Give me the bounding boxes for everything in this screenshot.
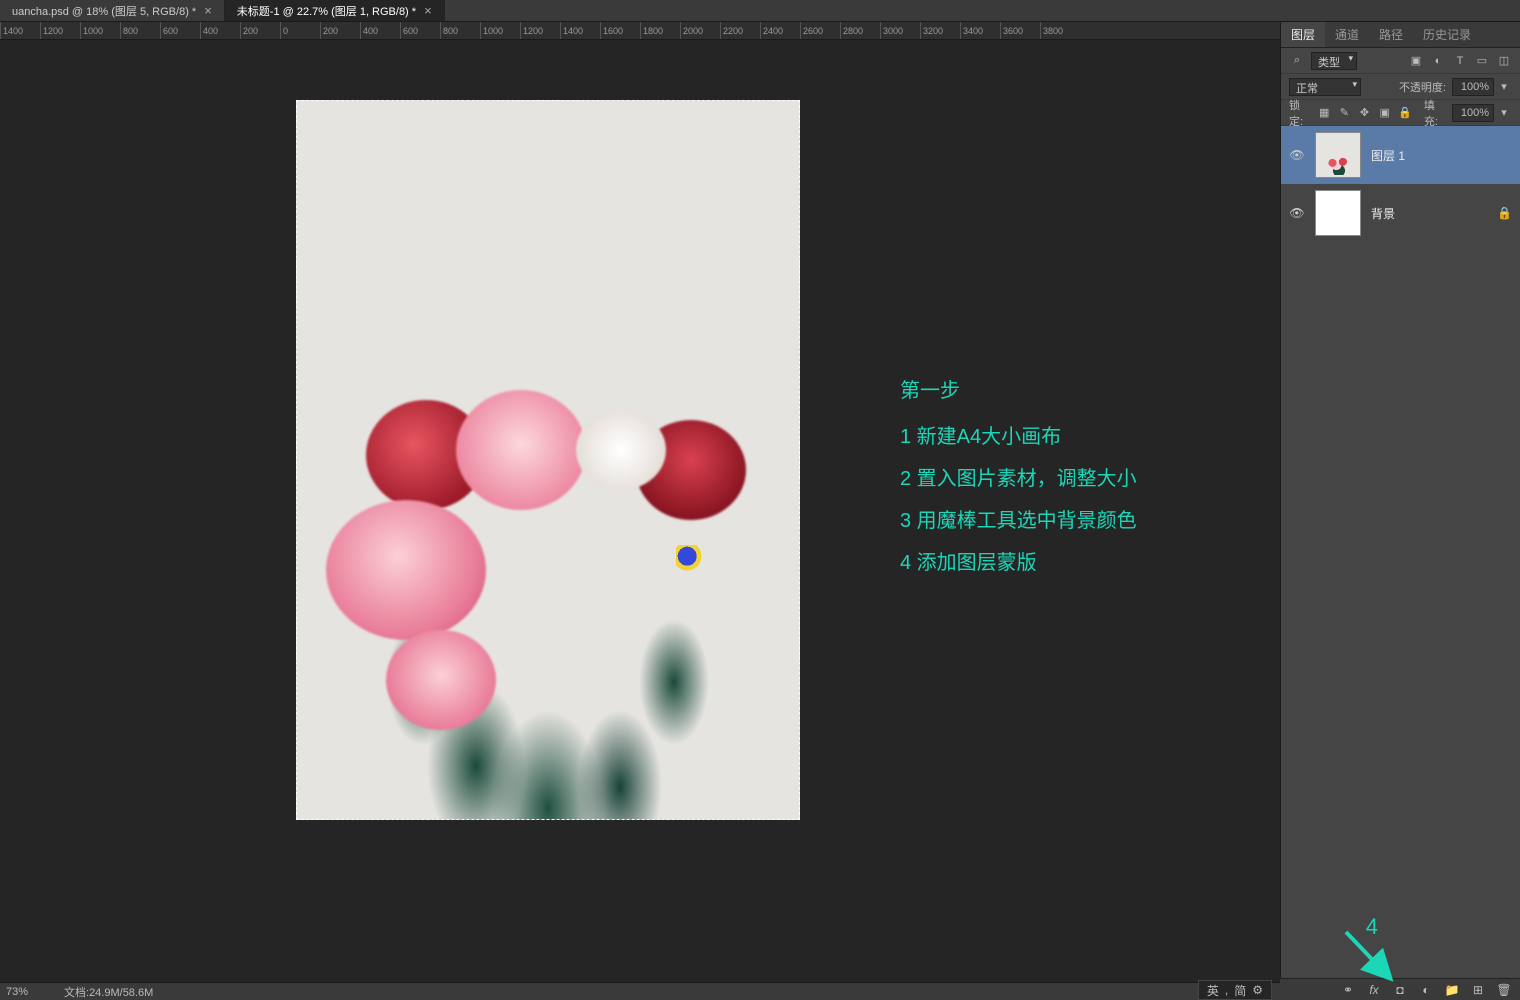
annotation-line: 3 用魔棒工具选中背景颜色	[900, 500, 1137, 542]
tab-document-2[interactable]: 未标题-1 @ 22.7% (图层 1, RGB/8) * ×	[225, 0, 445, 21]
visibility-toggle[interactable]: 👁	[1289, 206, 1305, 220]
ime-lang: 英	[1207, 982, 1219, 999]
ruler-tick: 3200	[920, 22, 960, 39]
canvas-image	[296, 100, 800, 820]
annotation-line: 1 新建A4大小画布	[900, 416, 1137, 458]
lock-artboard-icon[interactable]: ▣	[1378, 105, 1392, 121]
tab-label: 未标题-1 @ 22.7% (图层 1, RGB/8) *	[237, 3, 416, 19]
ruler-tick: 600	[160, 22, 200, 39]
ruler-tick: 0	[280, 22, 320, 39]
filter-smart-icon[interactable]: ◫	[1496, 53, 1512, 69]
fill-value[interactable]: 100%	[1452, 104, 1494, 122]
doc-size: 文档:24.9M/58.6M	[50, 984, 153, 1000]
ruler-tick: 2400	[760, 22, 800, 39]
layers-list: 👁 图层 1 👁 背景 🔒	[1281, 126, 1520, 982]
ruler-tick: 3000	[880, 22, 920, 39]
ime-indicator[interactable]: 英 , 简 ⚙	[1198, 980, 1272, 1000]
ruler-tick: 1200	[40, 22, 80, 39]
magic-wand-cursor	[676, 545, 704, 573]
annotation-line: 2 置入图片素材，调整大小	[900, 458, 1137, 500]
close-icon[interactable]: ×	[204, 3, 212, 18]
ruler-tick: 800	[120, 22, 160, 39]
close-icon[interactable]: ×	[424, 3, 432, 18]
new-group-icon[interactable]: 📁	[1444, 982, 1460, 998]
ruler-tick: 1400	[560, 22, 600, 39]
tutorial-annotation: 第一步 1 新建A4大小画布 2 置入图片素材，调整大小 3 用魔棒工具选中背景…	[900, 370, 1137, 584]
annotation-title: 第一步	[900, 370, 1137, 412]
fill-label: 填充:	[1424, 97, 1446, 129]
lock-all-icon[interactable]: 🔒	[1398, 105, 1412, 121]
ruler-tick: 2800	[840, 22, 880, 39]
tab-layers[interactable]: 图层	[1281, 22, 1325, 47]
lock-row: 锁定: ▦ ✎ ✥ ▣ 🔒 填充: 100% ▾	[1281, 100, 1520, 126]
document-tabs: uancha.psd @ 18% (图层 5, RGB/8) * × 未标题-1…	[0, 0, 1520, 22]
layer-name[interactable]: 图层 1	[1371, 147, 1405, 164]
ruler-tick: 1600	[600, 22, 640, 39]
layer-item[interactable]: 👁 背景 🔒	[1281, 184, 1520, 242]
layer-thumbnail[interactable]	[1315, 132, 1361, 178]
lock-position-icon[interactable]: ✥	[1357, 105, 1371, 121]
layer-filter-row: ⌕ 类型 ▣ ◐ T ▭ ◫	[1281, 48, 1520, 74]
lock-brush-icon[interactable]: ✎	[1337, 105, 1351, 121]
lock-icon: 🔒	[1497, 206, 1512, 220]
ime-sep: ,	[1225, 983, 1228, 997]
ruler-tick: 1000	[480, 22, 520, 39]
layers-panel-footer: ⚭ fx ◘ ◐ 📁 ⊞ 🗑	[1280, 978, 1520, 1000]
filter-type-icon[interactable]: T	[1452, 53, 1468, 69]
callout-arrow-icon	[1340, 926, 1400, 986]
chevron-down-icon[interactable]: ▾	[1496, 105, 1512, 121]
status-bar: 73% 文档:24.9M/58.6M	[0, 982, 1280, 1000]
ruler-tick: 200	[240, 22, 280, 39]
ruler-tick: 1000	[80, 22, 120, 39]
ruler-tick: 400	[360, 22, 400, 39]
zoom-level[interactable]: 73%	[0, 986, 50, 998]
canvas[interactable]	[296, 100, 800, 820]
tab-paths[interactable]: 路径	[1369, 22, 1413, 47]
new-layer-icon[interactable]: ⊞	[1470, 982, 1486, 998]
search-icon: ⌕	[1289, 53, 1305, 69]
layers-panel: 图层 通道 路径 历史记录 ⌕ 类型 ▣ ◐ T ▭ ◫ 正常 不透明度: 10…	[1280, 22, 1520, 982]
layer-item[interactable]: 👁 图层 1	[1281, 126, 1520, 184]
layer-thumbnail[interactable]	[1315, 190, 1361, 236]
ruler-tick: 3600	[1000, 22, 1040, 39]
annotation-line: 4 添加图层蒙版	[900, 542, 1137, 584]
opacity-label: 不透明度:	[1399, 79, 1446, 95]
opacity-value[interactable]: 100%	[1452, 78, 1494, 96]
lock-pixels-icon[interactable]: ▦	[1317, 105, 1331, 121]
ruler-tick: 3400	[960, 22, 1000, 39]
ruler-tick: 800	[440, 22, 480, 39]
filter-type-dropdown[interactable]: 类型	[1311, 52, 1357, 70]
ruler-tick: 3800	[1040, 22, 1080, 39]
blend-mode-row: 正常 不透明度: 100% ▾	[1281, 74, 1520, 100]
tab-label: uancha.psd @ 18% (图层 5, RGB/8) *	[12, 3, 196, 19]
visibility-toggle[interactable]: 👁	[1289, 148, 1305, 162]
lock-label: 锁定:	[1289, 97, 1311, 129]
tab-document-1[interactable]: uancha.psd @ 18% (图层 5, RGB/8) * ×	[0, 0, 225, 21]
ruler-tick: 1400	[0, 22, 40, 39]
ruler-tick: 600	[400, 22, 440, 39]
tab-history[interactable]: 历史记录	[1413, 22, 1481, 47]
delete-layer-icon[interactable]: 🗑	[1496, 982, 1512, 998]
layer-name[interactable]: 背景	[1371, 205, 1395, 222]
ruler-tick: 1200	[520, 22, 560, 39]
ruler-tick: 2600	[800, 22, 840, 39]
gear-icon[interactable]: ⚙	[1252, 983, 1263, 997]
filter-pixel-icon[interactable]: ▣	[1408, 53, 1424, 69]
ruler-tick: 400	[200, 22, 240, 39]
adjustment-layer-icon[interactable]: ◐	[1418, 982, 1434, 998]
ime-mode: 简	[1234, 982, 1246, 999]
tab-channels[interactable]: 通道	[1325, 22, 1369, 47]
ruler-tick: 2000	[680, 22, 720, 39]
blend-mode-dropdown[interactable]: 正常	[1289, 78, 1361, 96]
ruler-tick: 200	[320, 22, 360, 39]
ruler-tick: 2200	[720, 22, 760, 39]
filter-adjust-icon[interactable]: ◐	[1430, 53, 1446, 69]
filter-shape-icon[interactable]: ▭	[1474, 53, 1490, 69]
ruler-tick: 1800	[640, 22, 680, 39]
panel-tabs: 图层 通道 路径 历史记录	[1281, 22, 1520, 48]
chevron-down-icon[interactable]: ▾	[1496, 79, 1512, 95]
